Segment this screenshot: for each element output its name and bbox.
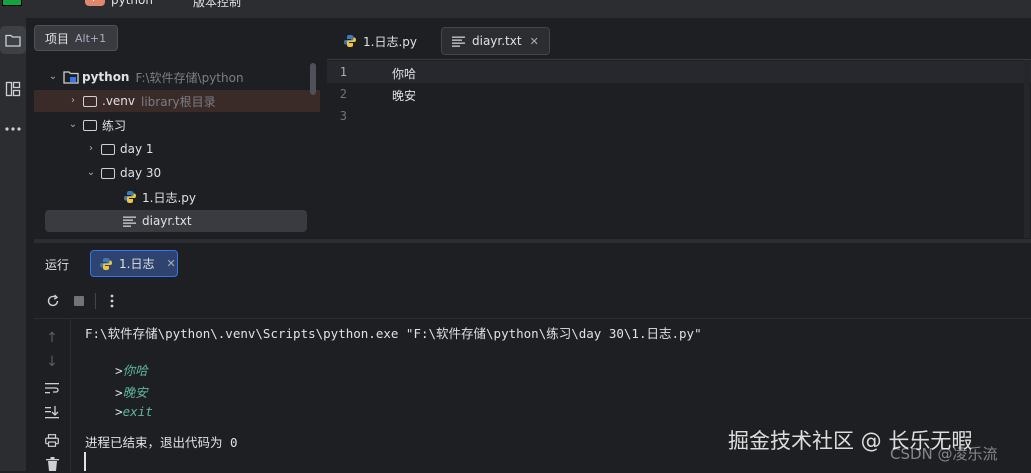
project-folder-icon	[63, 71, 79, 84]
watermark-sub: CSDN @凌乐流	[890, 445, 998, 463]
current-line-highlight	[327, 61, 1031, 83]
console-caret[interactable]	[84, 452, 86, 471]
tree-item-venv[interactable]: › .venv library根目录	[34, 90, 320, 112]
stop-button[interactable]	[70, 292, 88, 310]
editor-tab-txt[interactable]: diayr.txt ✕	[441, 27, 550, 55]
structure-icon	[5, 81, 21, 97]
editor-scrollbar[interactable]	[1024, 60, 1030, 238]
rerun-button[interactable]	[44, 292, 62, 310]
line-number: 2	[339, 87, 347, 101]
line-number: 3	[339, 109, 347, 123]
tree-item-root[interactable]: ⌄ python F:\软件存储\python	[34, 66, 320, 88]
tree-item-file-txt[interactable]: diayr.txt	[45, 210, 307, 232]
rerun-icon	[47, 294, 59, 307]
editor-tab-py[interactable]: 1.日志.py	[333, 27, 427, 55]
project-chip[interactable]: P	[85, 0, 105, 6]
console-command-line: F:\软件存储\python\.venv\Scripts\python.exe …	[85, 326, 702, 341]
text-file-icon	[123, 216, 136, 227]
close-icon[interactable]: ✕	[166, 257, 175, 270]
tree-item-hint: library根目录	[141, 94, 216, 109]
project-selector[interactable]: python	[111, 0, 153, 7]
console-input: exit	[122, 404, 153, 419]
trash-icon	[45, 457, 59, 471]
main-menu-icon[interactable]	[40, 0, 58, 6]
structure-tool-button[interactable]	[0, 75, 26, 103]
soft-wrap-icon	[45, 383, 59, 394]
chevron-down-icon[interactable]: ⌄	[46, 70, 60, 84]
folder-icon	[83, 95, 97, 107]
more-tools-button[interactable]	[0, 115, 26, 143]
tree-item-path: F:\软件存储\python	[135, 70, 244, 85]
project-scrollbar[interactable]	[310, 63, 316, 95]
tree-item-label: python	[82, 70, 130, 84]
project-tooltip: 项目 Alt+1	[34, 25, 118, 51]
run-tab[interactable]: 1.日志 ✕	[90, 250, 178, 277]
folder-icon	[83, 119, 97, 131]
python-file-icon	[124, 191, 136, 203]
editor: 1.日志.py diayr.txt ✕ 1 你哈 2 晚安 3	[327, 24, 1031, 238]
scroll-up-button[interactable]: ↑	[43, 329, 61, 347]
print-button[interactable]	[43, 431, 61, 449]
console-prompt: >	[115, 404, 123, 419]
chevron-right-icon[interactable]: ›	[66, 94, 80, 108]
arrow-down-icon: ↓	[46, 354, 58, 370]
code-line[interactable]: 你哈	[392, 65, 416, 82]
editor-tabs: 1.日志.py diayr.txt ✕	[327, 24, 1031, 58]
project-tool-button[interactable]	[0, 26, 26, 54]
toolbar-divider	[34, 318, 1031, 319]
chevron-right-icon[interactable]: ›	[84, 142, 98, 156]
vcs-menu[interactable]: 版本控制	[193, 0, 241, 10]
code-line[interactable]: 晚安	[392, 87, 416, 104]
tab-label: 1.日志.py	[363, 34, 417, 49]
chevron-down-icon[interactable]: ⌄	[84, 166, 98, 180]
tooltip-label: 项目	[45, 31, 70, 46]
tree-item-label: 1.日志.py	[142, 190, 196, 205]
folder-icon	[101, 143, 115, 155]
more-horizontal-icon	[5, 127, 21, 131]
tree-item-day30[interactable]: ⌄ day 30	[34, 162, 320, 184]
run-panel-title: 运行	[45, 258, 70, 272]
title-bar: P python 版本控制	[0, 0, 1031, 18]
tree-item-day1[interactable]: › day 1	[34, 138, 320, 160]
run-tab-label: 1.日志	[119, 257, 155, 271]
more-vertical-icon	[110, 294, 114, 308]
python-file-icon	[344, 35, 356, 47]
console-gutter-divider	[70, 319, 71, 471]
python-run-icon	[100, 257, 112, 270]
console-input-line: >exit	[85, 389, 153, 434]
clear-console-button[interactable]	[43, 455, 61, 473]
tab-label: diayr.txt	[472, 34, 522, 48]
scroll-down-button[interactable]: ↓	[43, 353, 61, 371]
folder-icon	[101, 167, 115, 179]
scroll-to-end-icon	[45, 405, 59, 418]
toolbar-separator	[95, 293, 96, 309]
tree-item-practice[interactable]: ⌄ 练习	[34, 114, 320, 136]
tree-item-label: .venv	[102, 94, 136, 108]
soft-wrap-button[interactable]	[43, 379, 61, 397]
chevron-down-icon[interactable]: ⌄	[66, 118, 80, 132]
line-number: 1	[339, 65, 347, 79]
console-exit-message: 进程已结束，退出代码为 0	[85, 435, 238, 450]
printer-icon	[45, 433, 59, 447]
editor-content[interactable]: 1 你哈 2 晚安 3	[327, 60, 1031, 238]
tree-item-label: diayr.txt	[142, 214, 192, 228]
project-panel: ⌄ python F:\软件存储\python › .venv library根…	[34, 58, 320, 238]
arrow-up-icon: ↑	[46, 330, 58, 346]
scroll-to-end-button[interactable]	[43, 403, 61, 421]
tool-window-strip	[0, 18, 26, 471]
console-side-toolbar: ↑ ↓	[34, 319, 70, 471]
app-logo-icon	[2, 0, 22, 6]
stop-icon	[74, 296, 84, 306]
text-file-icon	[452, 36, 465, 47]
tree-item-file-py[interactable]: 1.日志.py	[34, 186, 320, 208]
tree-item-label: day 30	[120, 166, 162, 180]
tooltip-shortcut: Alt+1	[75, 31, 107, 45]
tree-item-label: day 1	[120, 142, 154, 156]
tree-item-label: 练习	[102, 118, 127, 133]
close-icon[interactable]: ✕	[530, 35, 539, 48]
more-options-button[interactable]	[103, 292, 121, 310]
folder-icon	[5, 34, 21, 47]
